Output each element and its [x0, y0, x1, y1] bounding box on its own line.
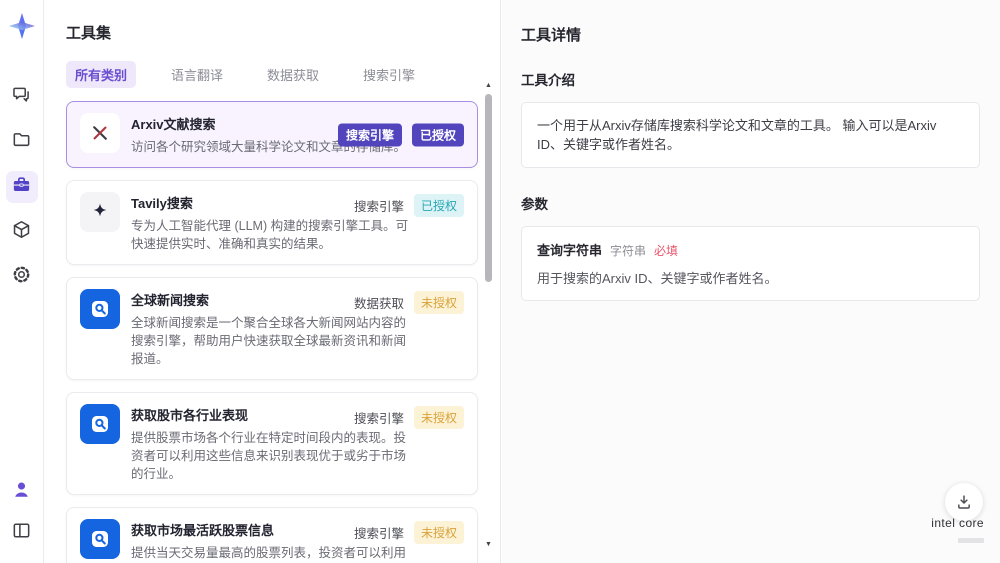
tab-category-3[interactable]: 搜索引擎 — [354, 61, 424, 88]
tab-category-0[interactable]: 所有类别 — [66, 61, 137, 88]
tool-description: 提供股票市场各个行业在特定时间段内的表现。投资者可以利用这些信息来识别表现优于或… — [131, 431, 407, 481]
blue-q-icon — [80, 404, 120, 444]
brand-sub-bar — [958, 538, 984, 543]
tool-auth-badge: 已授权 — [413, 194, 464, 217]
tool-card[interactable]: 获取股市各行业表现 提供股票市场各个行业在特定时间段内的表现。投资者可以利用这些… — [66, 392, 478, 495]
sidebar-item-toolbox[interactable] — [5, 171, 38, 203]
settings-icon — [11, 264, 32, 290]
sidebar-nav — [5, 81, 38, 293]
intel-core-logo: intel core — [931, 516, 984, 548]
panel-icon — [11, 520, 32, 546]
param-description: 用于搜索的Arxiv ID、关键字或作者姓名。 — [537, 271, 778, 286]
params-heading: 参数 — [521, 197, 548, 212]
tool-auth-badge: 已授权 — [411, 123, 464, 146]
brand-text: intel core — [931, 516, 984, 530]
tool-category-tag: 数据获取 — [353, 297, 404, 311]
blue-q-icon — [80, 289, 120, 329]
tool-detail-panel: 工具详情 工具介绍 一个用于从Arxiv存储库搜索科学论文和文章的工具。 输入可… — [502, 0, 1000, 563]
sidebar-item-user[interactable] — [6, 476, 38, 508]
star-icon — [80, 192, 120, 232]
tool-collection-panel: 工具集 所有类别 语言翻译 数据获取 搜索引擎 Arxiv文献搜索 访问各个研究领域大… — [44, 0, 501, 563]
category-tabs: 所有类别 语言翻译 数据获取 搜索引擎 — [66, 61, 478, 88]
intro-text: 一个用于从Arxiv存储库搜索科学论文和文章的工具。 输入可以是Arxiv ID… — [537, 118, 937, 152]
page-title: 工具集 — [66, 25, 112, 42]
sidebar-item-folder[interactable] — [6, 126, 38, 158]
tool-category-tag: 搜索引擎 — [337, 123, 402, 146]
download-icon — [958, 495, 970, 509]
tool-card[interactable]: 全球新闻搜索 全球新闻搜索是一个聚合全球各大新闻网站内容的搜索引擎，帮助用户快速… — [66, 277, 478, 380]
sidebar-item-settings[interactable] — [6, 261, 38, 293]
user-icon — [11, 479, 32, 505]
sidebar-rail — [0, 0, 44, 563]
param-name: 查询字符串 — [537, 243, 603, 258]
toolbox-icon — [11, 174, 32, 200]
folder-icon — [11, 129, 32, 155]
blue-q-icon — [80, 519, 120, 559]
sidebar-bottom — [6, 476, 38, 549]
tool-auth-badge: 未授权 — [413, 291, 464, 314]
sidebar-item-chat[interactable] — [6, 81, 38, 113]
tool-list: Arxiv文献搜索 访问各个研究领域大量科学论文和文章的存储库。 搜索引擎 已授… — [66, 101, 478, 563]
tool-auth-badge: 未授权 — [413, 406, 464, 429]
intro-heading: 工具介绍 — [521, 73, 575, 88]
param-type: 字符串 — [610, 244, 647, 258]
tool-card[interactable]: 获取市场最活跃股票信息 提供当天交易量最高的股票列表，投资者可以利用这些信息来识… — [66, 507, 478, 563]
tool-category-tag: 搜索引擎 — [353, 412, 404, 426]
scroll-down-icon[interactable]: ▼ — [484, 541, 493, 549]
tool-category-tag: 搜索引擎 — [353, 527, 404, 541]
detail-title: 工具详情 — [521, 27, 582, 44]
scrollbar-thumb[interactable] — [485, 94, 492, 282]
tab-category-1[interactable]: 语言翻译 — [162, 61, 232, 88]
tool-category-tag: 搜索引擎 — [353, 200, 404, 214]
scroll-up-icon[interactable]: ▲ — [484, 82, 493, 90]
package-icon — [11, 219, 32, 245]
list-scrollbar[interactable]: ▲ ▼ — [484, 82, 493, 549]
tool-card[interactable]: Arxiv文献搜索 访问各个研究领域大量科学论文和文章的存储库。 搜索引擎 已授… — [66, 101, 478, 168]
tool-description: 提供当天交易量最高的股票列表，投资者可以利用这些信息来识别流动性强的股票和潜在的… — [131, 546, 407, 560]
tool-description: 专为人工智能代理 (LLM) 构建的搜索引擎工具。可快速提供实时、准确和真实的结… — [131, 219, 409, 251]
tool-description: 全球新闻搜索是一个聚合全球各大新闻网站内容的搜索引擎，帮助用户快速获取全球最新资… — [131, 316, 407, 366]
tool-card[interactable]: Tavily搜索 专为人工智能代理 (LLM) 构建的搜索引擎工具。可快速提供实… — [66, 180, 478, 265]
arxiv-icon — [80, 113, 120, 153]
tool-auth-badge: 未授权 — [413, 521, 464, 544]
intro-box: 一个用于从Arxiv存储库搜索科学论文和文章的工具。 输入可以是Arxiv ID… — [521, 102, 980, 168]
param-box: 查询字符串 字符串 必填 用于搜索的Arxiv ID、关键字或作者姓名。 — [521, 226, 980, 301]
chat-icon — [11, 84, 32, 110]
tab-category-2[interactable]: 数据获取 — [258, 61, 328, 88]
sidebar-item-package[interactable] — [6, 216, 38, 248]
param-required-badge: 必填 — [654, 244, 679, 258]
sidebar-item-panel[interactable] — [6, 517, 38, 549]
app-logo-icon — [8, 13, 35, 39]
